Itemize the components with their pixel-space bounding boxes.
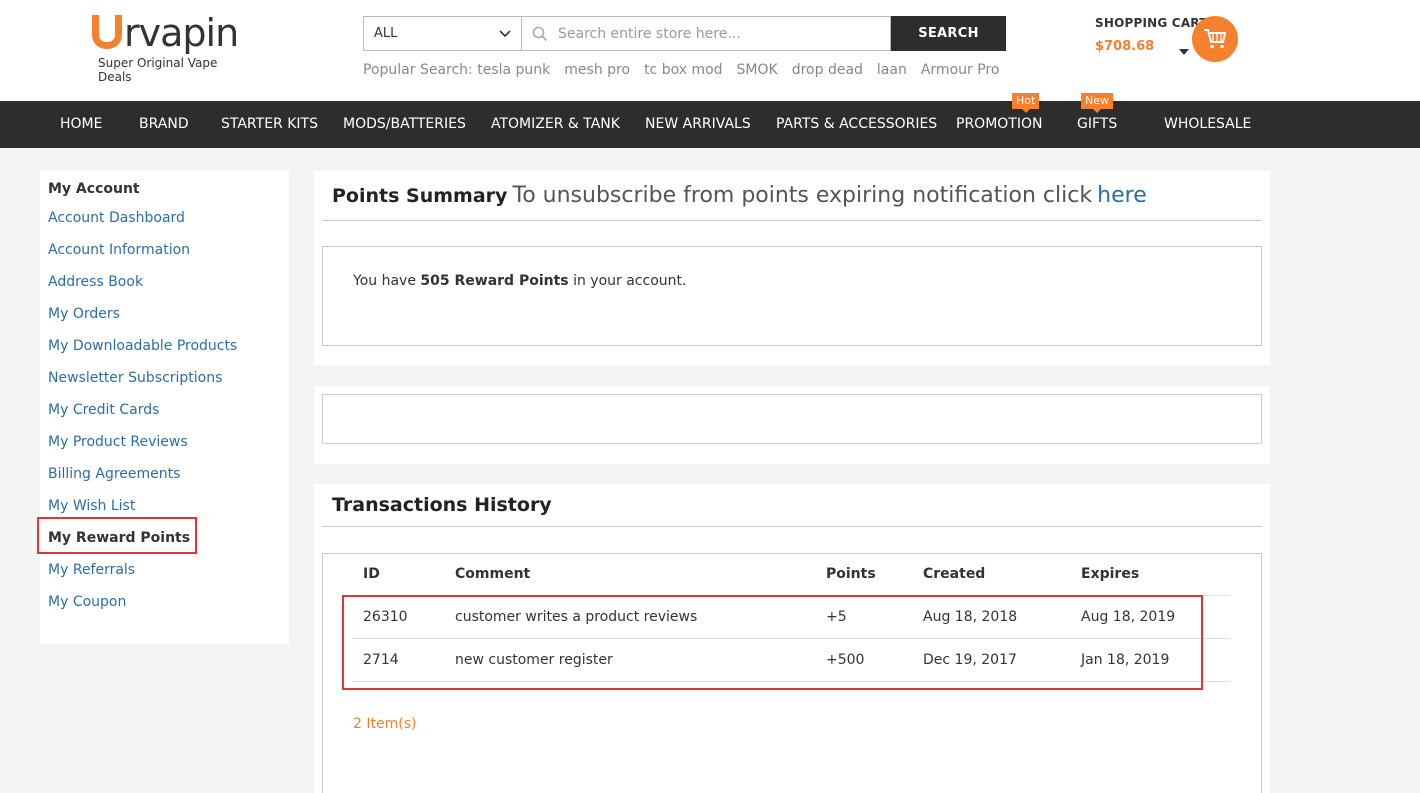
transactions-panel: Transactions History ID Comment Points C… xyxy=(314,484,1270,793)
sidebar-item-account-dashboard[interactable]: Account Dashboard xyxy=(48,210,185,226)
transactions-table: ID Comment Points Created Expires 26310 … xyxy=(323,554,1261,694)
nav-item-atomizer-tank[interactable]: ATOMIZER & TANK xyxy=(491,101,620,148)
points-summary-title: Points Summary xyxy=(332,185,508,207)
nav-item-label: GIFTS xyxy=(1077,116,1118,132)
transactions-title: Transactions History xyxy=(332,494,552,516)
page-title: Points Summary To unsubscribe from point… xyxy=(332,183,1147,208)
popular-search-term[interactable]: Armour Pro xyxy=(921,62,1000,78)
sidebar-item-newsletter-subscriptions[interactable]: Newsletter Subscriptions xyxy=(48,370,222,386)
search-icon xyxy=(532,26,548,41)
hot-badge: Hot xyxy=(1012,93,1040,113)
popular-search-term[interactable]: tc box mod xyxy=(644,62,722,78)
sidebar-item-coupon[interactable]: My Coupon xyxy=(48,594,126,610)
points-balance-text: You have 505 Reward Points in your accou… xyxy=(353,273,687,289)
sidebar-item-product-reviews[interactable]: My Product Reviews xyxy=(48,434,188,450)
divider xyxy=(322,220,1262,221)
sidebar-item-referrals[interactable]: My Referrals xyxy=(48,562,135,578)
sidebar-item-address-book[interactable]: Address Book xyxy=(48,274,143,290)
popular-search-term[interactable]: mesh pro xyxy=(564,62,630,78)
main-nav: HOME BRAND STARTER KITS MODS/BATTERIES A… xyxy=(0,93,1420,148)
caret-down-icon[interactable] xyxy=(1179,49,1189,55)
nav-item-parts-accessories[interactable]: PARTS & ACCESSORIES xyxy=(776,101,937,148)
column-header-comment: Comment xyxy=(455,566,531,582)
sidebar-item-my-orders[interactable]: My Orders xyxy=(48,306,120,322)
search-category-value: ALL xyxy=(374,26,398,41)
new-badge: New xyxy=(1081,93,1113,113)
empty-box xyxy=(322,394,1262,444)
nav-item-home[interactable]: HOME xyxy=(60,101,102,148)
search-input[interactable]: Search entire store here... xyxy=(522,16,891,51)
points-summary-panel: Points Summary To unsubscribe from point… xyxy=(314,171,1270,365)
transactions-table-box: ID Comment Points Created Expires 26310 … xyxy=(322,553,1262,793)
points-balance-value: 505 Reward Points xyxy=(420,273,569,289)
site-logo[interactable]: rvapin Super Original Vape Deals xyxy=(92,10,252,84)
logo-mark-icon xyxy=(92,15,122,49)
nav-item-brand[interactable]: BRAND xyxy=(139,101,189,148)
nav-item-label: PROMOTION xyxy=(956,116,1043,132)
item-count: 2 Item(s) xyxy=(353,716,417,732)
account-sidebar: My Account Account Dashboard Account Inf… xyxy=(37,171,289,644)
annotation-highlight-box xyxy=(37,517,197,554)
cart-title: SHOPPING CART xyxy=(1095,16,1208,30)
column-header-created: Created xyxy=(923,566,986,582)
cart-button[interactable] xyxy=(1192,16,1238,62)
nav-item-new-arrivals[interactable]: NEW ARRIVALS xyxy=(645,101,751,148)
shopping-cart[interactable]: SHOPPING CART $708.68 xyxy=(1095,16,1238,62)
column-header-id: ID xyxy=(363,566,380,582)
search-category-select[interactable]: ALL xyxy=(363,16,522,51)
nav-item-mods-batteries[interactable]: MODS/BATTERIES xyxy=(343,101,466,148)
sidebar-item-downloadable-products[interactable]: My Downloadable Products xyxy=(48,338,237,354)
unsubscribe-text: To unsubscribe from points expiring noti… xyxy=(512,183,1093,208)
annotation-highlight-box xyxy=(342,595,1203,690)
unsubscribe-link[interactable]: here xyxy=(1097,183,1147,208)
sidebar-title: My Account xyxy=(48,181,140,197)
points-balance-box: You have 505 Reward Points in your accou… xyxy=(322,246,1262,346)
sidebar-item-billing-agreements[interactable]: Billing Agreements xyxy=(48,466,180,482)
logo-text: rvapin xyxy=(124,11,239,55)
divider xyxy=(322,526,1262,527)
site-header: rvapin Super Original Vape Deals ALL Sea… xyxy=(0,0,1420,101)
empty-panel xyxy=(314,386,1270,464)
search-placeholder: Search entire store here... xyxy=(558,25,741,42)
popular-search-term[interactable]: drop dead xyxy=(792,62,863,78)
popular-search-term[interactable]: laan xyxy=(877,62,907,78)
chevron-down-icon xyxy=(499,29,511,37)
popular-search-term[interactable]: SMOK xyxy=(737,62,778,78)
cart-icon xyxy=(1204,29,1226,49)
column-header-points: Points xyxy=(826,566,876,582)
popular-search-term[interactable]: tesla punk xyxy=(477,62,550,78)
cart-amount: $708.68 xyxy=(1095,39,1155,54)
sidebar-item-wish-list[interactable]: My Wish List xyxy=(48,498,135,514)
popular-searches: Popular Search: tesla punk mesh pro tc b… xyxy=(363,62,999,78)
nav-item-starter-kits[interactable]: STARTER KITS xyxy=(221,101,318,148)
search-button[interactable]: SEARCH xyxy=(891,16,1006,51)
logo-tagline: Super Original Vape Deals xyxy=(98,56,218,84)
sidebar-item-account-information[interactable]: Account Information xyxy=(48,242,190,258)
popular-search-label: Popular Search: tesla punk xyxy=(363,62,551,78)
column-header-expires: Expires xyxy=(1081,566,1140,582)
sidebar-item-credit-cards[interactable]: My Credit Cards xyxy=(48,402,159,418)
search-bar: ALL Search entire store here... SEARCH xyxy=(363,16,1006,51)
nav-item-wholesale[interactable]: WHOLESALE xyxy=(1164,101,1251,148)
